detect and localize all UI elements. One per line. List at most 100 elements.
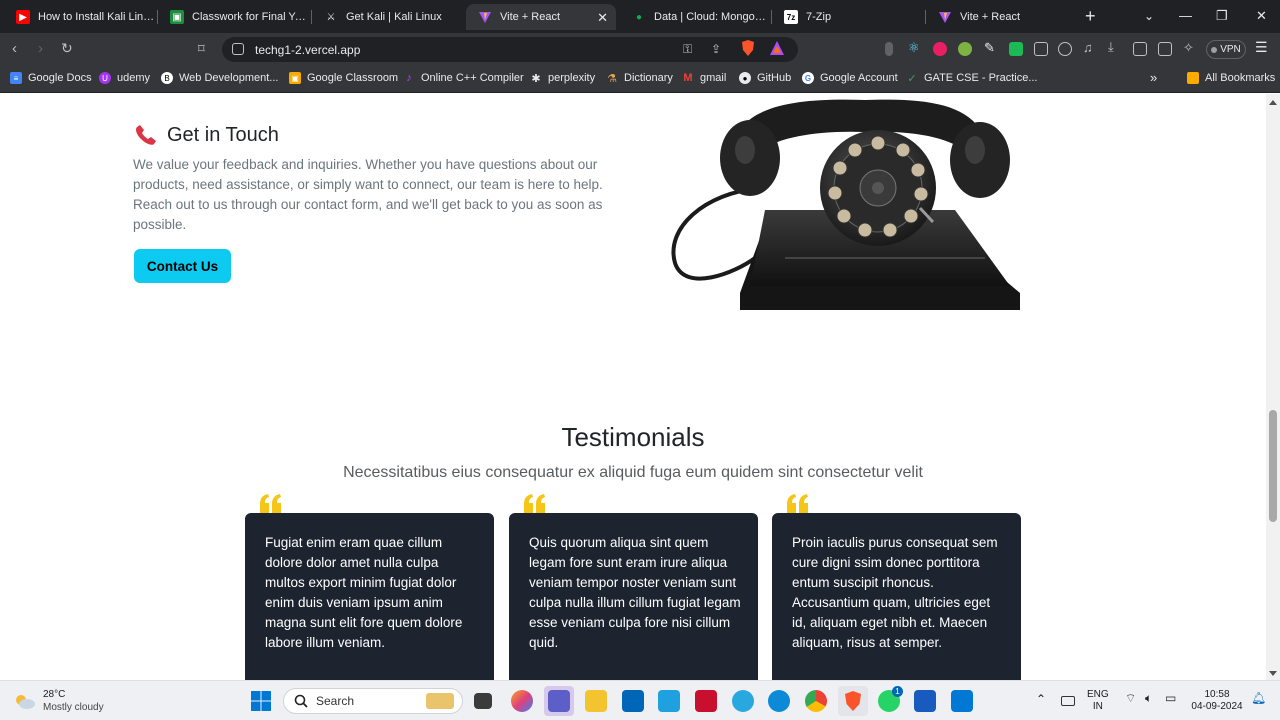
vite-icon [478, 10, 492, 24]
all-bookmarks-label: All Bookmarks [1205, 72, 1276, 84]
bookmark-icon[interactable]: ⌑ [198, 41, 205, 56]
tree-extension-icon[interactable] [958, 42, 972, 56]
wifi-icon[interactable]: ⌔ [1125, 692, 1136, 704]
share-icon[interactable]: ⇪ [711, 42, 721, 56]
bookmark-gate-cse[interactable]: ✓ GATE CSE - Practice... [906, 72, 1037, 85]
app-icon[interactable] [658, 690, 680, 712]
bookmark-web-development[interactable]: B Web Development... [161, 72, 278, 84]
mcafee-icon[interactable] [695, 690, 717, 712]
extension-icon[interactable] [885, 42, 893, 56]
udemy-icon: U [99, 72, 111, 84]
windows-start-icon[interactable] [250, 690, 272, 712]
bookmark-github[interactable]: ● GitHub [739, 72, 791, 84]
file-explorer-icon[interactable] [585, 690, 607, 712]
language-indicator[interactable]: ENG IN [1087, 689, 1109, 713]
battery-icon[interactable]: ▭ [1165, 692, 1176, 704]
address-bar[interactable]: techg1-2.vercel.app ⚿ ⇪ [222, 37, 798, 62]
vpn-button[interactable]: VPN [1206, 40, 1246, 59]
word-icon[interactable] [914, 690, 936, 712]
bookmark-udemy[interactable]: U udemy [99, 72, 150, 84]
tab-youtube[interactable]: ▶ How to Install Kali Linux in [4, 4, 156, 30]
task-view-icon[interactable] [474, 693, 492, 709]
all-bookmarks-folder[interactable]: All Bookmarks [1187, 72, 1275, 84]
youtube-icon: ▶ [16, 10, 30, 24]
record-extension-icon[interactable] [933, 42, 947, 56]
back-icon[interactable]: ‹ [12, 41, 17, 56]
search-icon [294, 694, 308, 708]
keyboard-icon[interactable] [1061, 696, 1075, 706]
python-icon[interactable] [732, 690, 754, 712]
scroll-up-icon[interactable] [1269, 100, 1277, 105]
brave-icon[interactable] [842, 690, 864, 712]
testimonial-card: Fugiat enim eram quae cillum dolore dolo… [245, 513, 494, 680]
music-icon[interactable]: ♫ [1083, 40, 1097, 55]
testimonial-text: Proin iaculis purus consequat sem cure d… [792, 535, 998, 650]
teams-icon[interactable] [548, 690, 570, 712]
password-key-icon[interactable]: ⚿ [683, 42, 692, 57]
volume-icon[interactable]: 🔈︎ [1145, 692, 1152, 704]
page-scrollbar[interactable] [1266, 94, 1280, 680]
clock-date: 04-09-2024 [1191, 701, 1243, 712]
tab-7zip[interactable]: 7z 7-Zip [772, 4, 924, 30]
site-info-icon[interactable] [232, 43, 244, 55]
chrome-icon[interactable] [805, 690, 827, 712]
bookmark-online-cpp-compiler[interactable]: ♪ Online C++ Compiler [403, 72, 523, 84]
search-highlight-icon [426, 693, 454, 709]
bookmark-dictionary[interactable]: ⚗ Dictionary [606, 72, 673, 85]
bookmark-google-docs[interactable]: ≡ Google Docs [10, 72, 92, 84]
tab-kali[interactable]: ⚔ Get Kali | Kali Linux [312, 4, 464, 30]
weather-widget[interactable]: 28°C Mostly cloudy [14, 689, 104, 713]
edge-icon[interactable] [768, 690, 790, 712]
forward-icon[interactable]: › [38, 41, 43, 56]
tab-vite-react[interactable]: Vite + React [926, 4, 1076, 30]
mongodb-icon: ● [635, 11, 643, 23]
contact-title: Get in Touch [167, 124, 279, 146]
tab-classroom[interactable]: ▣ Classwork for Final Year C [158, 4, 310, 30]
checkmark-icon: ✓ [907, 72, 917, 85]
bookmark-perplexity[interactable]: ✱ perplexity [530, 72, 595, 85]
tab-mongodb[interactable]: ● Data | Cloud: MongoDB C [620, 4, 770, 30]
chevron-down-icon[interactable]: ⌄ [1144, 9, 1154, 23]
download-icon[interactable]: ⤓ [1108, 39, 1122, 54]
bookmark-google-account[interactable]: G Google Account [802, 72, 898, 84]
brave-rewards-icon[interactable] [770, 41, 784, 58]
reload-icon[interactable]: ↻ [61, 41, 73, 56]
tab-vite-react-active[interactable]: Vite + React ✕ [466, 4, 616, 30]
new-tab-icon[interactable]: + [1085, 7, 1096, 25]
menu-icon[interactable]: ☰ [1255, 40, 1268, 55]
chevron-up-icon[interactable]: ⌃ [1036, 693, 1046, 705]
bookmark-google-classroom[interactable]: ▣ Google Classroom [289, 72, 398, 84]
windows-taskbar: 28°C Mostly cloudy Search 1 ⌃ ENG IN ⌔ 🔈… [0, 680, 1280, 720]
clock-time: 10:58 [1204, 689, 1230, 700]
telephone-icon [136, 124, 156, 145]
bookmark-label: udemy [117, 72, 151, 84]
gmail-icon: M [683, 72, 693, 84]
sync-icon[interactable] [1058, 42, 1072, 56]
react-devtools-icon[interactable]: ⚛ [908, 40, 922, 55]
close-window-icon[interactable]: ✕ [1256, 8, 1267, 24]
pen-extension-icon[interactable]: ✎ [984, 40, 998, 55]
microsoft-store-icon[interactable] [622, 690, 644, 712]
tab-title: How to Install Kali Linux in [38, 11, 156, 23]
wallet-icon[interactable] [1158, 42, 1172, 56]
vite-icon [938, 10, 952, 24]
clock[interactable]: 10:58 04-09-2024 [1190, 689, 1244, 713]
minimize-icon[interactable]: — [1179, 8, 1192, 23]
taskbar-search[interactable]: Search [283, 688, 463, 714]
copilot-icon[interactable] [511, 690, 533, 712]
lock-extension-icon[interactable] [1009, 42, 1023, 56]
scroll-down-icon[interactable] [1269, 671, 1277, 676]
scrollbar-thumb[interactable] [1269, 410, 1277, 522]
puzzle-extension-icon[interactable] [1034, 42, 1048, 56]
contact-us-button[interactable]: Contact Us [134, 249, 231, 283]
vscode-icon[interactable] [951, 690, 973, 712]
notification-bell-icon[interactable]: 🔔︎ [1251, 692, 1266, 704]
brave-shields-icon[interactable] [741, 40, 755, 59]
close-tab-icon[interactable]: ✕ [597, 10, 608, 26]
leo-ai-icon[interactable]: ✧ [1183, 40, 1197, 55]
bookmark-gmail[interactable]: M gmail [682, 72, 726, 84]
tab-title: Classwork for Final Year C [192, 11, 310, 23]
maximize-icon[interactable]: ❐ [1216, 8, 1228, 24]
sidebar-icon[interactable] [1133, 42, 1147, 56]
more-bookmarks-icon[interactable]: » [1150, 70, 1157, 85]
